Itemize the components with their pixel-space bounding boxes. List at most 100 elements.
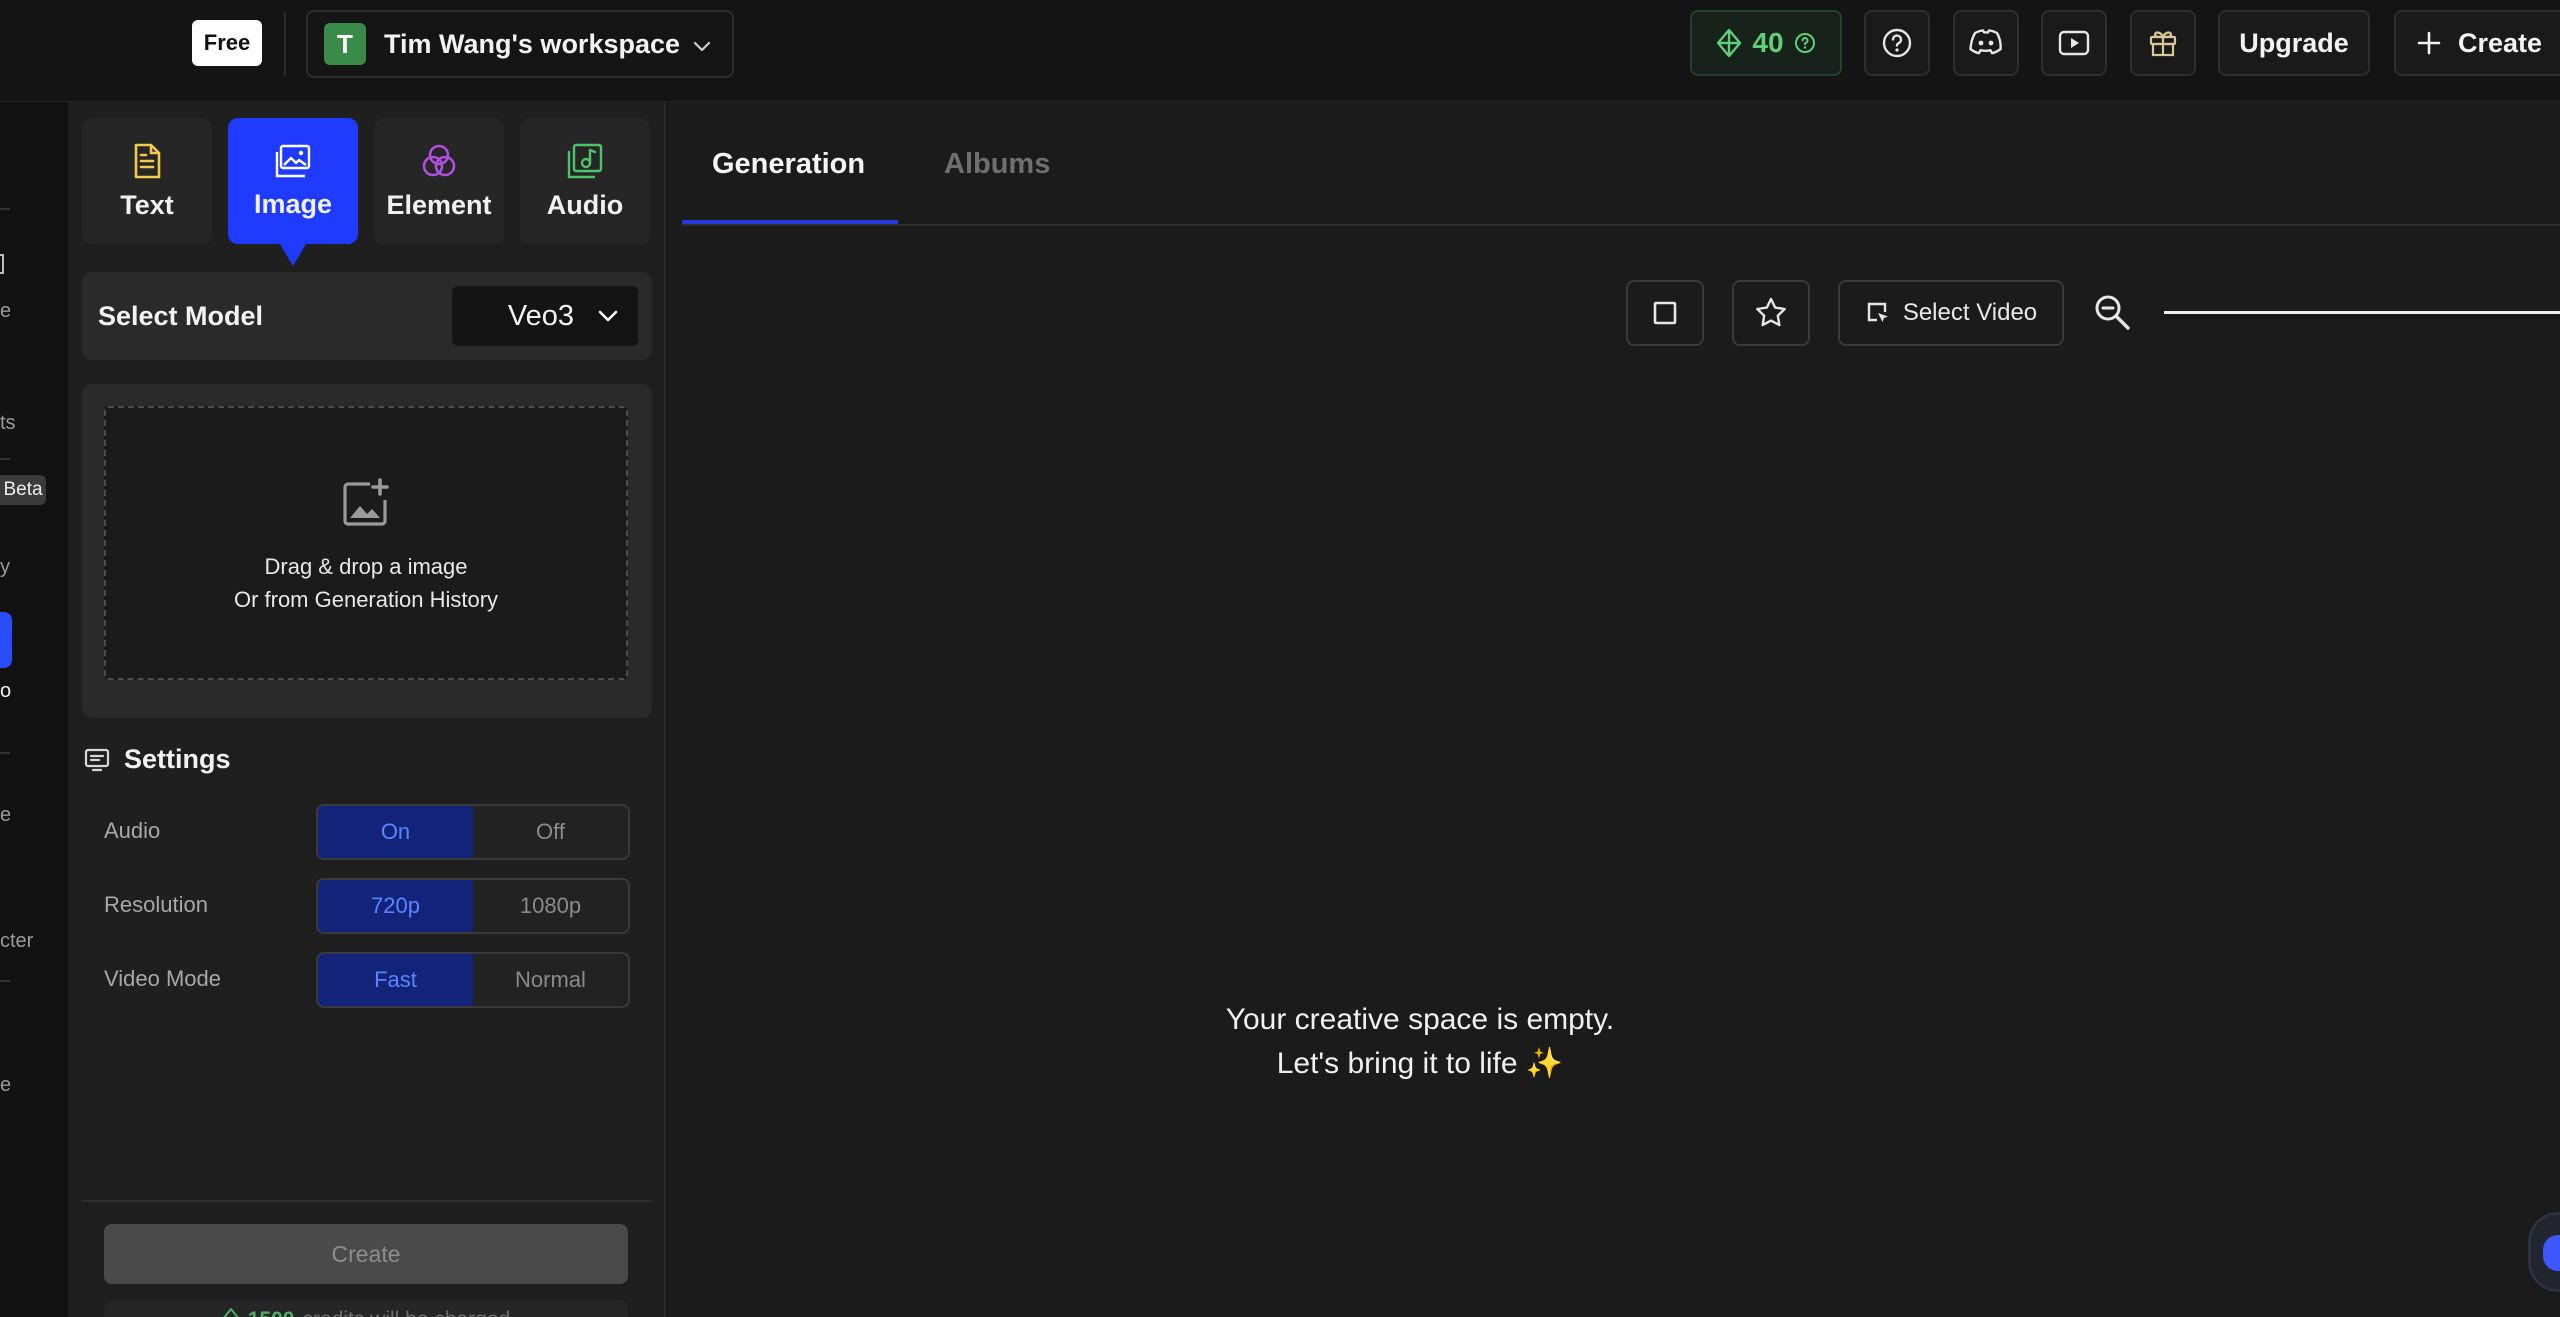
left-nav: e ts Beta y o e cter e	[0, 102, 68, 1317]
favorites-button[interactable]	[1732, 280, 1810, 346]
select-video-label: Select Video	[1902, 299, 2038, 326]
nav-separator	[0, 208, 10, 210]
help-button[interactable]	[1864, 10, 1930, 76]
create-button-label: Create	[2458, 27, 2543, 58]
music-note-icon	[567, 143, 603, 178]
create-button[interactable]: Create	[2394, 10, 2560, 76]
dropzone-line-2: Or from Generation History	[233, 587, 499, 612]
audio-option-off[interactable]: Off	[473, 806, 628, 858]
nav-item-fragment[interactable]: ts	[0, 412, 16, 435]
nav-item-active[interactable]	[0, 612, 12, 668]
nav-item-fragment[interactable]: e	[0, 804, 11, 827]
workspace-switcher[interactable]: T Tim Wang's workspace	[306, 10, 734, 78]
youtube-button[interactable]	[2041, 10, 2107, 76]
beta-badge: Beta	[0, 475, 46, 505]
tab-audio[interactable]: Audio	[520, 118, 650, 244]
upgrade-button[interactable]: Upgrade	[2218, 10, 2370, 76]
credits-counter[interactable]: 40	[1690, 10, 1842, 76]
tab-text-label: Text	[120, 189, 174, 220]
tab-element-label: Element	[386, 189, 492, 220]
tab-generation[interactable]: Generation	[712, 148, 865, 181]
plan-badge: Free	[192, 20, 262, 66]
dropzone-line-1: Drag & drop a image	[264, 554, 468, 579]
select-model-row: Select Model Veo3	[82, 272, 652, 360]
nav-separator	[0, 458, 10, 460]
workspace-name: Tim Wang's workspace	[384, 28, 681, 59]
video-play-icon	[2058, 30, 2090, 56]
chevron-down-icon	[598, 310, 618, 322]
video-mode-option-normal[interactable]: Normal	[473, 954, 628, 1006]
audio-toggle: On Off	[316, 804, 630, 860]
tab-image-label: Image	[253, 188, 333, 219]
gift-icon	[2149, 31, 2177, 57]
empty-state-line-1: Your creative space is empty.	[1225, 1003, 1615, 1036]
video-mode-toggle: Fast Normal	[316, 952, 630, 1008]
star-icon	[1756, 297, 1786, 327]
model-dropdown[interactable]: Veo3	[452, 286, 638, 346]
generate-create-button[interactable]: Create	[104, 1224, 628, 1284]
input-type-tabs: Text Image Element Audio	[82, 118, 652, 266]
resolution-toggle: 720p 1080p	[316, 878, 630, 934]
select-cursor-icon	[1867, 302, 1888, 322]
nav-item-fragment[interactable]: y	[0, 556, 10, 579]
nav-item-fragment[interactable]: cter	[0, 930, 33, 953]
setting-label: Audio	[104, 818, 161, 843]
tab-element[interactable]: Element	[374, 118, 504, 244]
document-icon	[134, 143, 161, 178]
credits-charge-note: 1500 credits will be charged	[104, 1300, 628, 1317]
top-bar: Free T Tim Wang's workspace 40 Upgrade C…	[0, 0, 2560, 102]
select-video-button[interactable]: Select Video	[1838, 280, 2064, 346]
venn-circles-icon	[422, 144, 456, 176]
credits-charge-text: credits will be charged	[302, 1308, 510, 1317]
select-all-button[interactable]	[1626, 280, 1704, 346]
workspace-avatar: T	[324, 23, 366, 65]
settings-header: Settings	[84, 744, 231, 775]
resolution-option-1080p[interactable]: 1080p	[473, 880, 628, 932]
tab-text[interactable]: Text	[82, 118, 212, 244]
empty-state-message: Your creative space is empty. Let's brin…	[668, 998, 1872, 1086]
active-tab-indicator	[682, 220, 898, 224]
credits-charge-amount: 1500	[248, 1308, 295, 1317]
tabs-baseline	[682, 224, 2560, 226]
square-checkbox-icon	[1653, 301, 1677, 325]
diamond-icon	[1717, 28, 1742, 58]
discord-icon	[1969, 29, 2002, 55]
settings-title: Settings	[124, 744, 231, 774]
nav-item-fragment[interactable]: e	[0, 300, 11, 323]
nav-item-fragment-active[interactable]: o	[0, 680, 11, 703]
question-circle-icon	[1882, 28, 1912, 58]
model-dropdown-value: Veo3	[507, 299, 574, 332]
tab-audio-label: Audio	[546, 189, 624, 220]
topbar-divider	[284, 12, 286, 76]
generation-panel: Text Image Element Audio Select Model Ve…	[68, 102, 666, 1317]
tab-image[interactable]: Image	[228, 118, 358, 266]
setting-audio: Audio On Off	[104, 804, 650, 860]
panel-divider	[82, 1200, 652, 1202]
diamond-icon	[223, 1308, 239, 1317]
active-tab-pointer	[280, 244, 306, 266]
nav-item-fragment[interactable]: e	[0, 1074, 11, 1097]
add-image-icon	[343, 478, 389, 526]
setting-resolution: Resolution 720p 1080p	[104, 878, 650, 934]
zoom-out-icon[interactable]	[2092, 292, 2132, 332]
image-icon	[275, 144, 311, 177]
empty-state-line-2: Let's bring it to life ✨	[1276, 1047, 1564, 1080]
video-mode-option-fast[interactable]: Fast	[318, 954, 473, 1006]
gift-button[interactable]	[2130, 10, 2196, 76]
discord-button[interactable]	[1953, 10, 2019, 76]
zoom-slider[interactable]	[2164, 311, 2560, 314]
image-dropzone[interactable]: Drag & drop a image Or from Generation H…	[104, 406, 628, 680]
plus-icon	[2417, 31, 2441, 55]
settings-panel-icon	[84, 748, 110, 771]
credits-value: 40	[1752, 27, 1784, 58]
setting-video-mode: Video Mode Fast Normal	[104, 952, 650, 1008]
audio-option-on[interactable]: On	[318, 806, 473, 858]
chevron-down-icon	[693, 41, 711, 52]
setting-label: Video Mode	[104, 966, 222, 991]
nav-separator	[0, 980, 10, 982]
help-circle-icon	[1794, 33, 1815, 53]
resolution-option-720p[interactable]: 720p	[318, 880, 473, 932]
image-upload-card: Drag & drop a image Or from Generation H…	[82, 384, 652, 718]
nav-item-icon[interactable]	[0, 254, 4, 274]
tab-albums[interactable]: Albums	[944, 148, 1050, 181]
